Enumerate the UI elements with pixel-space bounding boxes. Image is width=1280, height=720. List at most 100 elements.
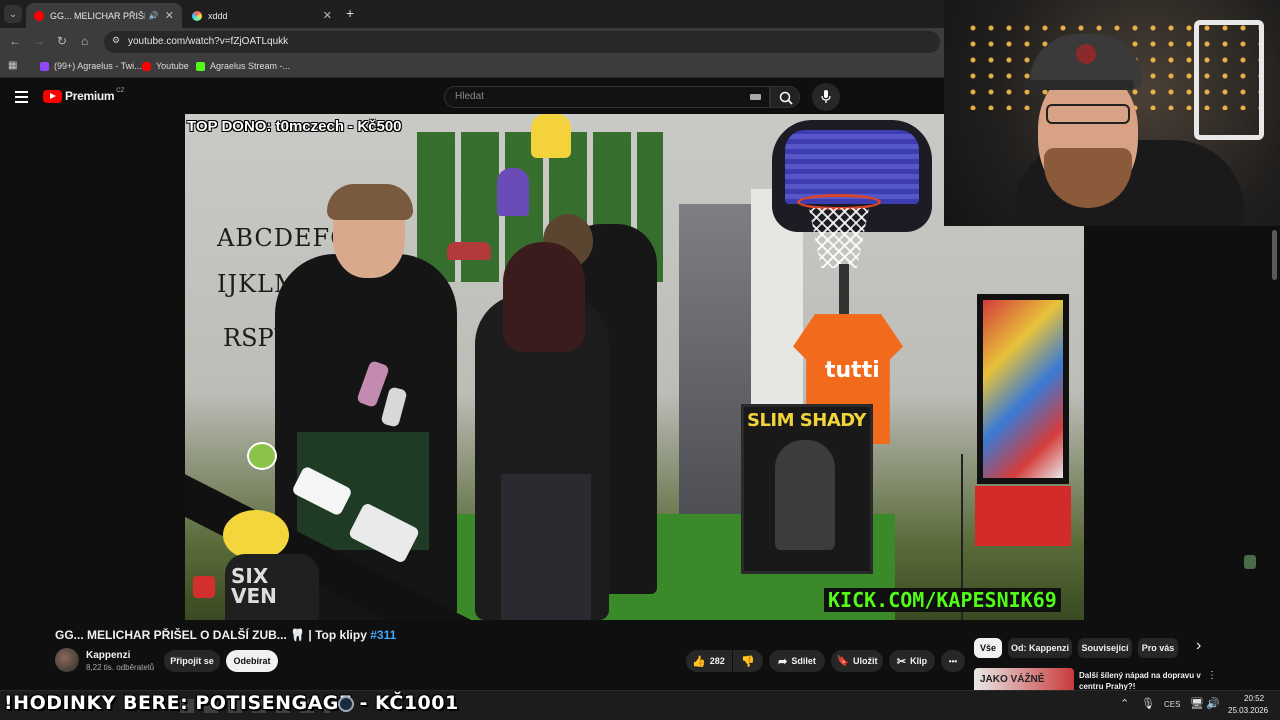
yellow-plush [223, 510, 289, 560]
search-input[interactable]: Hledat [444, 86, 770, 108]
share-button[interactable]: ➦ Sdílet [769, 650, 825, 672]
site-info-icon[interactable]: ⚙ [112, 35, 120, 46]
bookmark-kick[interactable]: Agraelus Stream -... [196, 61, 290, 71]
chair [1194, 20, 1264, 140]
channel-avatar[interactable] [55, 648, 79, 672]
tab-active[interactable]: GG... MELICHAR PŘIŠEL O D 🔊 ✕ [26, 3, 182, 28]
close-tab-icon[interactable]: ✕ [165, 9, 174, 22]
system-tray-chevron-icon[interactable]: ⌃ [1120, 697, 1129, 710]
cap-logo [1076, 44, 1096, 64]
like-button[interactable]: 👍 282 [686, 650, 732, 672]
forward-icon[interactable]: → [33, 34, 45, 48]
shoe-box [975, 486, 1071, 546]
share-label: Sdílet [791, 656, 816, 666]
tab-favicon-icon [192, 10, 202, 21]
glasses [1046, 104, 1130, 124]
backboard-panel [785, 130, 919, 204]
twitch-icon [40, 61, 49, 71]
join-button[interactable]: Připojit se [164, 650, 220, 672]
more-actions-button[interactable]: ••• [941, 650, 965, 672]
clip-button[interactable]: ✂ Klip [889, 650, 935, 672]
home-icon[interactable]: ⌂ [81, 34, 88, 48]
bookmarks-bar: ▦ (99+) Agraelus - Twi... Youtube Agrael… [0, 56, 944, 78]
recommended-title[interactable]: Další šílený nápad na dopravu v centru P… [1079, 670, 1203, 690]
keyboard-icon[interactable] [750, 94, 761, 100]
thumbnail-text: JAKO VÁŽNĚ [980, 674, 1045, 685]
tab-list-button[interactable]: ⌄ [4, 5, 22, 23]
kick-url-overlay: KICK.COM/KAPESNIK69 [824, 588, 1061, 612]
language-indicator[interactable]: CES [1164, 700, 1180, 709]
tab-title: xddd [208, 10, 228, 21]
floating-badge-icon[interactable] [1244, 555, 1256, 569]
subscriber-count: 8,22 tis. odběratelů [86, 663, 155, 672]
speaker-icon[interactable]: 🔊 [149, 11, 159, 20]
dislike-button[interactable]: 👎 [733, 650, 763, 672]
close-tab-icon[interactable]: ✕ [323, 9, 332, 22]
person-middle-legs [501, 474, 591, 620]
bookmark-twitch[interactable]: (99+) Agraelus - Twi... [40, 61, 142, 71]
jersey-text: tutti [825, 358, 880, 383]
recommended-thumbnail[interactable]: JAKO VÁŽNĚ [974, 668, 1074, 690]
channel-name[interactable]: Kappenzi [86, 650, 130, 661]
tray-microphone-icon[interactable]: 🎙 [1141, 697, 1155, 710]
url-text: youtube.com/watch?v=fZjOATLqukk [128, 36, 289, 47]
search-button[interactable] [770, 86, 800, 108]
tab-xddd[interactable]: xddd ✕ [184, 3, 340, 28]
chip-for-you[interactable]: Pro vás [1138, 638, 1178, 658]
hashtag-link[interactable]: #311 [370, 628, 396, 642]
save-button[interactable]: 🔖 Uložit [831, 650, 883, 672]
clip-label: Klip [910, 656, 928, 666]
pikachu-figure [531, 114, 571, 158]
person-middle-hair [503, 242, 585, 352]
like-count: 282 [709, 656, 725, 666]
bookmark-youtube[interactable]: Youtube [142, 61, 189, 71]
basketball-rim [797, 194, 881, 210]
scissors-icon: ✂ [896, 655, 907, 668]
search-icon [779, 91, 793, 105]
youtube-header: Premium CZ Hledat [0, 80, 944, 114]
voice-search-button[interactable] [812, 83, 840, 111]
address-bar[interactable]: ⚙ youtube.com/watch?v=fZjOATLqukk [104, 31, 940, 53]
menu-icon[interactable] [15, 91, 28, 103]
cap-visor [1024, 80, 1134, 90]
bookmark-label: Youtube [156, 61, 189, 71]
mic-arm-sticker-1 [247, 442, 277, 470]
recommended-menu-icon[interactable]: ⋮ [1207, 670, 1217, 681]
thumbs-down-icon: 👎 [741, 655, 755, 668]
framed-art [977, 294, 1069, 484]
youtube-favicon-icon [34, 10, 44, 21]
browser-toolbar: ← → ↻ ⌂ ⚙ youtube.com/watch?v=fZjOATLquk… [0, 28, 944, 56]
chip-from-channel[interactable]: Od: Kappenzi [1008, 638, 1072, 658]
clock-date[interactable]: 25.03.2026 [1228, 706, 1268, 715]
streamer-webcam [944, 0, 1280, 226]
share-icon: ➦ [778, 655, 788, 668]
clock-time[interactable]: 20:52 [1244, 694, 1264, 703]
browser-tab-bar: ⌄ GG... MELICHAR PŘIŠEL O D 🔊 ✕ xddd ✕ + [0, 0, 944, 28]
network-icon[interactable]: 🖥 [1190, 697, 1204, 710]
logo-text: Premium [65, 89, 115, 103]
youtube-logo[interactable]: Premium CZ [43, 88, 125, 103]
youtube-play-icon [43, 89, 62, 103]
poster-figure [775, 440, 835, 550]
bookmark-icon: 🔖 [836, 655, 849, 667]
red-badge-icon [193, 576, 215, 598]
chip-related[interactable]: Související [1078, 638, 1132, 658]
poster-text: SLIM SHADY [747, 410, 866, 431]
bookmark-label: (99+) Agraelus - Twi... [54, 61, 142, 71]
chips-next-icon[interactable]: › [1196, 637, 1201, 655]
tab-title: GG... MELICHAR PŘIŠEL O D [50, 10, 145, 21]
search-placeholder: Hledat [455, 91, 484, 102]
chip-all[interactable]: Vše [974, 638, 1002, 658]
subscribe-button[interactable]: Odebírat [226, 650, 278, 672]
kick-icon [196, 61, 205, 71]
bookmark-label: Agraelus Stream -... [210, 61, 291, 71]
back-icon[interactable]: ← [9, 34, 21, 48]
logo-region: CZ [116, 88, 125, 94]
reload-icon[interactable]: ↻ [57, 34, 67, 48]
volume-icon[interactable]: 🔊 [1206, 697, 1220, 710]
microphone-icon [821, 90, 831, 103]
apps-grid-icon[interactable]: ▦ [8, 60, 17, 71]
page-scrollbar[interactable] [1272, 230, 1277, 280]
new-tab-button[interactable]: + [346, 5, 354, 21]
video-title: GG... MELICHAR PŘIŠEL O DALŠÍ ZUB... 🦷 |… [55, 628, 396, 642]
